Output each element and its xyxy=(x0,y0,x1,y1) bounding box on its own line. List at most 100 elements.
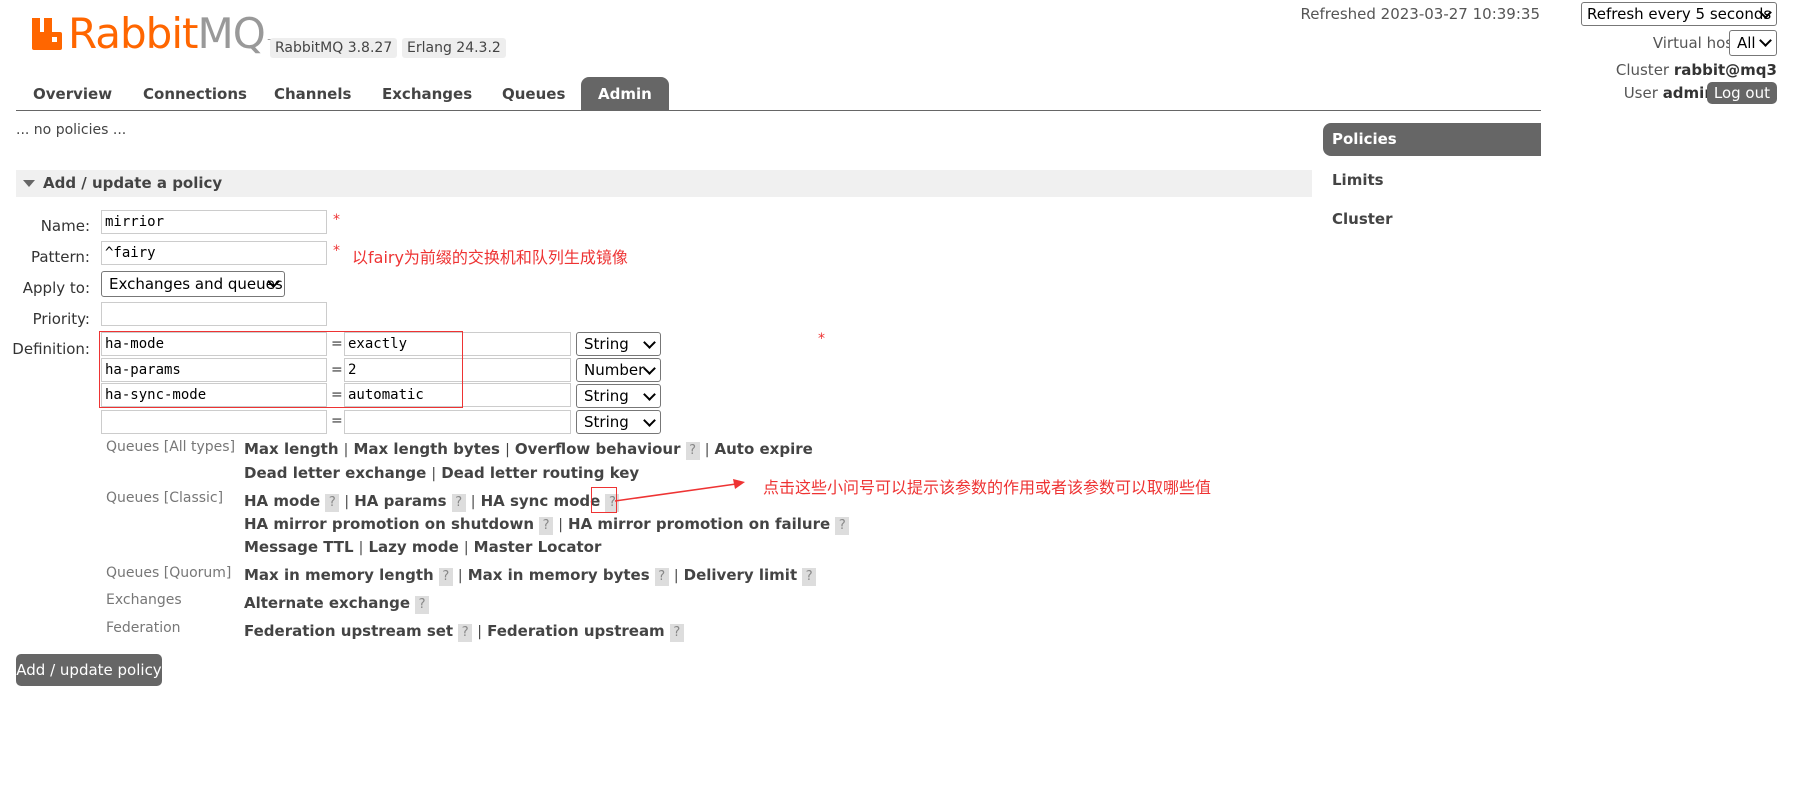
tab-overview[interactable]: Overview xyxy=(16,77,129,111)
refreshed-timestamp: Refreshed 2023-03-27 10:39:35 xyxy=(1300,5,1540,23)
definition-type-select[interactable]: String xyxy=(576,410,661,434)
link-max-in-memory-length[interactable]: Max in memory length xyxy=(244,566,434,584)
separator: | xyxy=(505,442,510,458)
chevron-down-icon xyxy=(1759,34,1772,47)
separator: | xyxy=(343,442,349,458)
virtual-host-value: All xyxy=(1737,34,1756,52)
user-info: User admin xyxy=(1624,84,1715,102)
required-mark: * xyxy=(818,331,825,347)
required-mark: * xyxy=(333,243,340,259)
section-title: Add / update a policy xyxy=(43,174,223,192)
tab-divider xyxy=(16,110,1541,111)
virtual-host-select[interactable]: All xyxy=(1729,30,1777,56)
help-question-icon[interactable]: ? xyxy=(451,494,466,512)
help-question-icon[interactable]: ? xyxy=(835,517,850,535)
logout-button[interactable]: Log out xyxy=(1706,82,1777,104)
add-policy-section-header[interactable]: Add / update a policy xyxy=(16,170,1312,197)
link-ha-params[interactable]: HA params xyxy=(354,492,446,510)
definition-type-select[interactable]: Number xyxy=(576,358,661,382)
add-update-policy-button[interactable]: Add / update policy xyxy=(16,654,162,686)
separator: | xyxy=(358,540,364,556)
chevron-down-icon xyxy=(643,414,656,427)
link-federation-upstream[interactable]: Federation upstream xyxy=(487,622,665,640)
help-links-row: Federation upstream set ? | Federation u… xyxy=(244,621,684,642)
help-question-icon[interactable]: ? xyxy=(669,624,684,642)
link-auto-expire[interactable]: Auto expire xyxy=(715,440,813,458)
apply-to-select[interactable]: Exchanges and queues xyxy=(101,271,285,297)
link-dead-letter-exchange[interactable]: Dead letter exchange xyxy=(244,464,426,482)
link-max-length-bytes[interactable]: Max length bytes xyxy=(353,440,500,458)
refresh-interval-select[interactable]: Refresh every 5 seconds xyxy=(1581,2,1777,26)
annotation-arrow-icon xyxy=(614,479,745,502)
no-policies-text: ... no policies ... xyxy=(16,122,127,138)
link-ha-promotion-failure[interactable]: HA mirror promotion on failure xyxy=(568,515,830,533)
link-alternate-exchange[interactable]: Alternate exchange xyxy=(244,594,410,612)
link-ha-sync-mode[interactable]: HA sync mode xyxy=(481,492,601,510)
help-annotation: 点击这些小问号可以提示该参数的作用或者该参数可以取哪些值 xyxy=(763,478,1212,497)
help-question-icon[interactable]: ? xyxy=(654,568,669,586)
help-question-icon[interactable]: ? xyxy=(685,442,700,460)
separator: | xyxy=(463,540,469,556)
pattern-input[interactable]: ^fairy xyxy=(101,241,327,265)
definition-type-value: Number xyxy=(584,361,645,379)
pattern-label: Pattern: xyxy=(30,248,90,266)
separator: | xyxy=(344,494,350,510)
link-ha-mode[interactable]: HA mode xyxy=(244,492,320,510)
cluster-info: Cluster rabbit@mq3 xyxy=(1616,61,1777,79)
refresh-interval-value: Refresh every 5 seconds xyxy=(1587,5,1772,23)
menu-item-cluster[interactable]: Cluster xyxy=(1332,210,1393,228)
help-question-icon[interactable]: ? xyxy=(458,624,473,642)
link-message-ttl[interactable]: Message TTL xyxy=(244,538,354,556)
chevron-down-icon xyxy=(643,362,656,375)
rabbitmq-logo: RabbitMQ TM xyxy=(30,12,284,56)
link-max-in-memory-bytes[interactable]: Max in memory bytes xyxy=(468,566,650,584)
tab-queues[interactable]: Queues xyxy=(485,77,582,111)
help-links-row: Max in memory length ? | Max in memory b… xyxy=(244,565,817,586)
help-question-icon[interactable]: ? xyxy=(802,568,817,586)
help-links-row: HA mode ? | HA params ? | HA sync mode ? xyxy=(244,491,620,512)
definition-type-value: String xyxy=(584,413,629,431)
cluster-label: Cluster xyxy=(1615,61,1670,79)
help-question-icon[interactable]: ? xyxy=(415,596,430,614)
link-master-locator[interactable]: Master Locator xyxy=(474,538,602,556)
annotation-highlight-box xyxy=(99,331,463,408)
link-delivery-limit[interactable]: Delivery limit xyxy=(684,566,797,584)
help-links-row: Dead letter exchange | Dead letter routi… xyxy=(244,463,639,482)
required-mark: * xyxy=(333,212,340,228)
definition-value-input[interactable] xyxy=(344,410,571,434)
link-federation-upstream-set[interactable]: Federation upstream set xyxy=(244,622,453,640)
group-label-quorum: Queues [Quorum] xyxy=(106,565,232,581)
link-dead-letter-routing-key[interactable]: Dead letter routing key xyxy=(441,464,639,482)
definition-type-select[interactable]: String xyxy=(576,384,661,408)
tab-exchanges[interactable]: Exchanges xyxy=(365,77,489,111)
tab-admin[interactable]: Admin xyxy=(581,77,669,111)
link-ha-promotion-shutdown[interactable]: HA mirror promotion on shutdown xyxy=(244,515,534,533)
name-input[interactable]: mirrior xyxy=(101,210,327,234)
help-question-icon[interactable]: ? xyxy=(438,568,453,586)
link-max-length[interactable]: Max length xyxy=(244,440,339,458)
separator: | xyxy=(470,494,476,510)
rabbit-logo-icon xyxy=(30,16,66,52)
name-label: Name: xyxy=(40,217,90,235)
separator: | xyxy=(704,442,710,458)
collapse-triangle-icon xyxy=(23,180,35,187)
separator: | xyxy=(558,517,563,533)
apply-to-label: Apply to: xyxy=(22,279,90,297)
menu-item-limits[interactable]: Limits xyxy=(1332,171,1384,189)
help-question-icon[interactable]: ? xyxy=(325,494,340,512)
tab-channels[interactable]: Channels xyxy=(257,77,368,111)
pattern-annotation: 以fairy为前缀的交换机和队列生成镜像 xyxy=(352,248,628,267)
definition-key-input[interactable] xyxy=(101,410,327,434)
link-lazy-mode[interactable]: Lazy mode xyxy=(368,538,458,556)
equals-sign: = xyxy=(331,413,343,429)
help-question-icon[interactable]: ? xyxy=(539,517,554,535)
group-label-classic: Queues [Classic] xyxy=(106,490,224,506)
priority-input[interactable] xyxy=(101,302,327,326)
menu-item-policies[interactable]: Policies xyxy=(1323,123,1541,156)
link-overflow-behaviour[interactable]: Overflow behaviour xyxy=(515,440,681,458)
help-links-row: Alternate exchange ? xyxy=(244,593,430,614)
version-badge: RabbitMQ 3.8.27 xyxy=(270,38,398,58)
definition-type-select[interactable]: String xyxy=(576,332,661,356)
virtual-host-label: Virtual host xyxy=(1652,34,1739,52)
tab-connections[interactable]: Connections xyxy=(126,77,264,111)
